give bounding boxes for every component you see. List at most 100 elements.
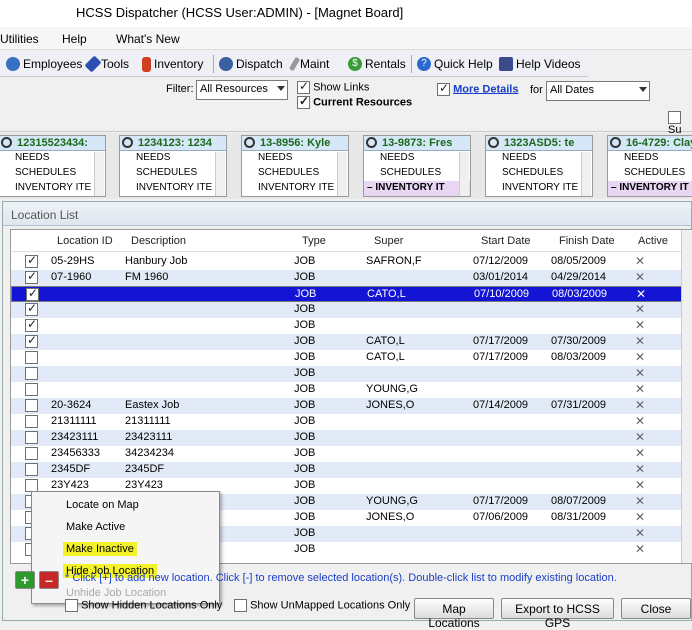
active-x-icon[interactable]: ✕ (635, 254, 645, 268)
maint-button[interactable]: Maint (288, 55, 329, 73)
table-row[interactable]: 07-1960 FM 1960 JOB 03/01/2014 04/29/2014 ✕ (11, 269, 683, 286)
dispatch-button[interactable]: Dispatch (219, 55, 283, 73)
active-x-icon[interactable]: ✕ (635, 366, 645, 380)
add-location-button[interactable]: + (15, 571, 35, 589)
table-row[interactable]: 21311111 21311111 JOB ✕ (11, 414, 683, 430)
tools-button[interactable]: Tools (84, 55, 129, 73)
row-checkbox-unchecked[interactable] (25, 383, 38, 396)
current-resources-checkbox[interactable]: Current Resources (297, 94, 412, 109)
table-row[interactable]: JOB CATO,L 07/17/2009 08/03/2009 ✕ (11, 350, 683, 366)
column-header-description[interactable]: Description (131, 235, 186, 247)
table-row[interactable]: 23423111 23423111 JOB ✕ (11, 430, 683, 446)
job-card[interactable]: 13-9873: Fres NEEDS SCHEDULES – INVENTOR… (363, 135, 471, 197)
job-card[interactable]: 1323ASD5: te NEEDS SCHEDULES INVENTORY I… (485, 135, 593, 197)
cell-type: JOB (294, 367, 316, 379)
card-scrollbar[interactable] (215, 152, 225, 196)
menu-help[interactable]: Help (62, 32, 87, 46)
job-card[interactable]: 16-4729: Clay NEEDS SCHEDULES – INVENTOR… (607, 135, 692, 197)
help-videos-button[interactable]: Help Videos (499, 55, 581, 73)
employees-button[interactable]: Employees (6, 55, 82, 73)
hint-text: * Click [+] to add new location. Click [… (65, 572, 617, 584)
active-x-icon[interactable]: ✕ (635, 334, 645, 348)
row-checkbox-unchecked[interactable] (25, 463, 38, 476)
quick-help-button[interactable]: ? Quick Help (417, 55, 493, 73)
active-x-icon[interactable]: ✕ (635, 462, 645, 476)
menu-whats-new[interactable]: What's New (116, 32, 180, 46)
vertical-scrollbar[interactable] (681, 230, 692, 563)
cell-finish-date: 08/03/2009 (551, 351, 607, 363)
remove-location-button[interactable]: – (39, 571, 59, 589)
menu-utilities[interactable]: Utilities (0, 32, 39, 46)
active-x-icon[interactable]: ✕ (635, 318, 645, 332)
card-scrollbar[interactable] (94, 152, 104, 196)
active-x-icon[interactable]: ✕ (635, 398, 645, 412)
card-scrollbar[interactable] (459, 152, 469, 196)
table-row[interactable]: JOB CATO,L 07/17/2009 07/30/2009 ✕ (11, 333, 683, 350)
column-header-active[interactable]: Active (638, 235, 668, 247)
row-checkbox-unchecked[interactable] (25, 447, 38, 460)
column-header-location-id[interactable]: Location ID (57, 235, 113, 247)
close-button[interactable]: Close (621, 598, 691, 619)
table-row[interactable]: JOB ✕ (11, 317, 683, 334)
row-checkbox-unchecked[interactable] (25, 399, 38, 412)
active-x-icon[interactable]: ✕ (635, 526, 645, 540)
active-x-icon[interactable]: ✕ (636, 287, 646, 301)
row-checkbox-unchecked[interactable] (25, 367, 38, 380)
active-x-icon[interactable]: ✕ (635, 382, 645, 396)
column-header-start-date[interactable]: Start Date (481, 235, 531, 247)
export-gps-button[interactable]: Export to HCSS GPS (501, 598, 614, 630)
table-row[interactable]: 05-29HS Hanbury Job JOB SAFRON,F 07/12/2009 0… (11, 253, 683, 270)
job-card[interactable]: 12315523434: NEEDS SCHEDULES INVENTORY I… (0, 135, 106, 197)
row-checkbox-checked[interactable] (25, 269, 38, 284)
cell-type: JOB (294, 271, 316, 283)
active-x-icon[interactable]: ✕ (635, 414, 645, 428)
column-header-finish-date[interactable]: Finish Date (559, 235, 615, 247)
table-row[interactable]: 2345DF 2345DF JOB ✕ (11, 462, 683, 478)
job-card[interactable]: 13-8956: Kyle NEEDS SCHEDULES INVENTORY … (241, 135, 349, 197)
row-checkbox-checked[interactable] (25, 317, 38, 332)
active-x-icon[interactable]: ✕ (635, 270, 645, 284)
more-details-checkbox[interactable]: More Details (437, 81, 518, 96)
row-checkbox-checked[interactable] (25, 333, 38, 348)
filter-select[interactable]: All Resources (196, 80, 288, 100)
rentals-button[interactable]: $ Rentals (348, 55, 406, 73)
show-hidden-checkbox[interactable]: Show Hidden Locations Only (65, 599, 222, 612)
active-x-icon[interactable]: ✕ (635, 510, 645, 524)
show-links-checkbox[interactable]: Show Links (297, 79, 369, 94)
menu-bar: Utilities Help What's New (0, 27, 692, 50)
active-x-icon[interactable]: ✕ (635, 302, 645, 316)
row-checkbox-unchecked[interactable] (25, 415, 38, 428)
table-row[interactable]: JOB YOUNG,G ✕ (11, 382, 683, 398)
cell-description: FM 1960 (125, 271, 169, 283)
row-checkbox-checked[interactable] (25, 253, 38, 268)
checkbox-unchecked (65, 599, 78, 612)
table-row[interactable]: JOB ✕ (11, 366, 683, 382)
active-x-icon[interactable]: ✕ (635, 430, 645, 444)
row-checkbox-unchecked[interactable] (25, 431, 38, 444)
inventory-button[interactable]: Inventory (142, 55, 203, 73)
column-header-super[interactable]: Super (374, 235, 403, 247)
menu-item-make-inactive[interactable]: Make Inactive (63, 542, 137, 556)
active-x-icon[interactable]: ✕ (635, 446, 645, 460)
row-checkbox-checked[interactable] (25, 301, 38, 316)
active-x-icon[interactable]: ✕ (635, 478, 645, 492)
map-locations-button[interactable]: Map Locations (414, 598, 494, 630)
active-x-icon[interactable]: ✕ (635, 350, 645, 364)
tools-icon (84, 55, 102, 73)
job-card[interactable]: 1234123: 1234 NEEDS SCHEDULES INVENTORY … (119, 135, 227, 197)
column-header-type[interactable]: Type (302, 235, 326, 247)
table-row[interactable]: 20-3624 Eastex Job JOB JONES,O 07/14/2009 07/… (11, 398, 683, 414)
table-row[interactable]: JOB CATO,L 07/10/2009 08/03/2009 ✕ (11, 286, 683, 302)
row-checkbox-checked[interactable] (26, 286, 39, 301)
date-range-select[interactable]: All Dates (546, 81, 650, 101)
table-row[interactable]: JOB ✕ (11, 301, 683, 318)
card-scrollbar[interactable] (581, 152, 591, 196)
row-checkbox-unchecked[interactable] (25, 351, 38, 364)
table-row[interactable]: 23456333 34234234 JOB ✕ (11, 446, 683, 462)
active-x-icon[interactable]: ✕ (635, 494, 645, 508)
card-scrollbar[interactable] (337, 152, 347, 196)
show-unmapped-checkbox[interactable]: Show UnMapped Locations Only (234, 599, 410, 612)
menu-item-make-active[interactable]: Make Active (66, 521, 125, 533)
active-x-icon[interactable]: ✕ (635, 542, 645, 556)
menu-item-locate-on-map[interactable]: Locate on Map (66, 499, 139, 511)
